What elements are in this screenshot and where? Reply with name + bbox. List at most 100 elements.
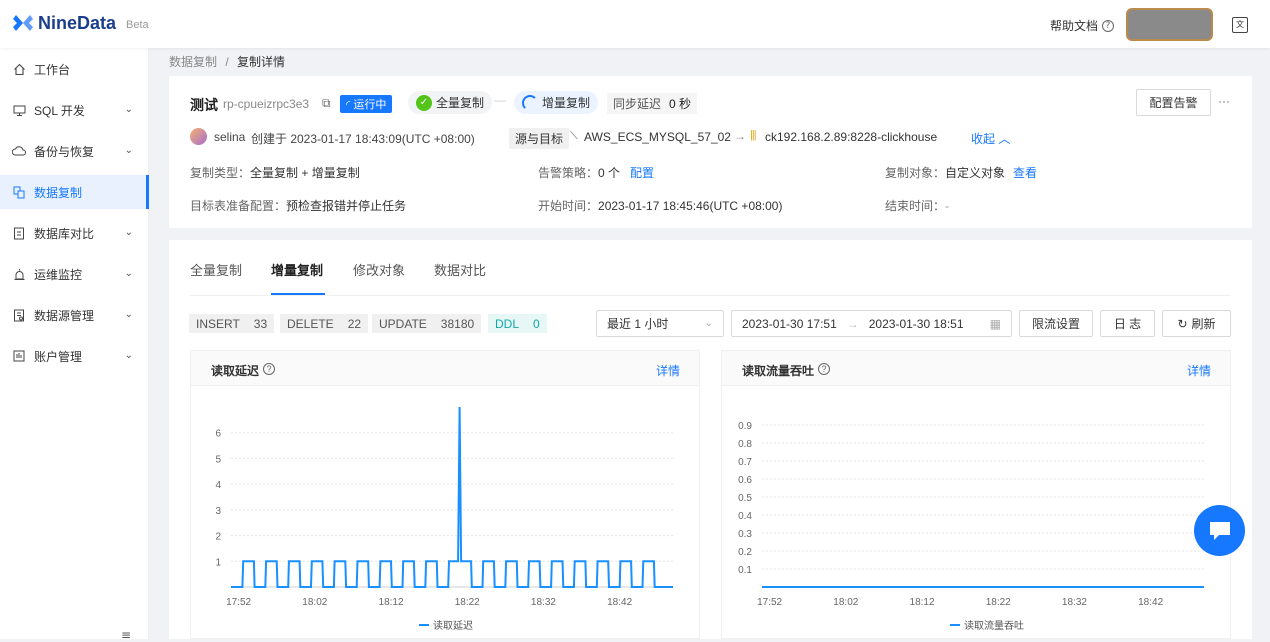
calendar-icon: ▦	[989, 316, 1001, 331]
stage-incr-pill: 增量复制	[514, 91, 599, 114]
config-alert-button[interactable]: 配置告警	[1136, 89, 1211, 116]
read-throughput-chart: 0.1 0.2 0.3 0.4 0.5 0.6 0.7 0.8 0.9 17:52 18:02 18:…	[738, 421, 1204, 632]
logo[interactable]: NineData Beta	[12, 12, 149, 34]
detail-link[interactable]: 详情	[656, 362, 680, 379]
read-latency-panel: 读取延迟 ? 详情 1 2 3 4 5 6 17:52 18:02 18:12 18:22 18:3…	[190, 350, 700, 639]
refresh-label: 刷新	[1191, 317, 1216, 331]
x-tick-label: 18:32	[1062, 597, 1087, 608]
monitor-icon	[12, 103, 26, 117]
x-tick-label: 18:12	[910, 597, 935, 608]
replication-type: 复制类型：全量复制 + 增量复制	[190, 164, 360, 181]
breadcrumb: 数据复制 / 复制详情	[169, 53, 285, 70]
view-object-link[interactable]: 查看	[1013, 166, 1037, 180]
y-tick-label: 3	[215, 506, 221, 517]
legend-label: 读取流量吞吐	[964, 619, 1024, 632]
chevron-down-icon: ⌄	[124, 145, 133, 156]
replication-object: 复制对象：自定义对象 查看	[885, 164, 1037, 181]
refresh-button[interactable]: ↻ 刷新	[1162, 310, 1231, 337]
chat-icon	[1209, 521, 1230, 540]
sidebar: 工作台 SQL 开发 ⌄ 备份与恢复 ⌄ 数据复制 数据库对比 ⌄ 运维监控 ⌄…	[0, 48, 149, 642]
insert-count: 33	[253, 316, 268, 331]
chevron-down-icon: ⌄	[124, 309, 133, 320]
alert-policy-config-link[interactable]: 配置	[630, 166, 654, 180]
collapse-sidebar-icon[interactable]: ≡	[121, 628, 131, 642]
chevron-down-icon: ⌄	[124, 350, 133, 361]
sidebar-item-workbench[interactable]: 工作台	[0, 52, 149, 86]
alert-policy-label: 告警策略：	[538, 166, 599, 180]
sidebar-item-label: 工作台	[34, 62, 71, 77]
sidebar-item-datasource[interactable]: 数据源管理 ⌄	[0, 298, 149, 332]
mysql-icon: ⟍	[570, 130, 578, 142]
x-tick-label: 18:22	[986, 597, 1011, 608]
insert-stat: INSERT 33	[189, 314, 275, 333]
question-icon: ?	[1102, 19, 1115, 32]
y-tick-label: 6	[215, 429, 221, 440]
tab-data-compare[interactable]: 数据对比	[434, 260, 486, 279]
help-docs-link[interactable]: 帮助文档 ?	[1050, 17, 1115, 34]
update-count: 38180	[440, 316, 475, 331]
panel-header: 读取流量吞吐 ? 详情	[722, 351, 1230, 386]
chevron-down-icon: ⌄	[124, 268, 133, 279]
created-time: 创建于 2023-01-17 18:43:09(UTC +08:00)	[251, 132, 475, 146]
chat-support-button[interactable]	[1194, 505, 1245, 556]
start-time-label: 开始时间：	[538, 199, 599, 213]
datasource-icon	[12, 308, 26, 322]
task-name: 测试	[190, 97, 218, 113]
start-time-value: 2023-01-17 18:45:46(UTC +08:00)	[598, 199, 783, 213]
range-start[interactable]: 2023-01-30 17:51	[742, 317, 837, 331]
clickhouse-icon: |||	[750, 129, 757, 141]
x-tick-label: 18:32	[531, 597, 556, 608]
sidebar-item-sql-dev[interactable]: SQL 开发 ⌄	[0, 93, 149, 127]
log-button[interactable]: 日 志	[1100, 310, 1155, 337]
x-tick-label: 17:52	[757, 597, 782, 608]
y-tick-label: 0.1	[738, 565, 752, 576]
y-tick-label: 0.5	[738, 493, 752, 504]
language-switch-icon[interactable]: 文	[1232, 17, 1248, 33]
stage-incr-label: 增量复制	[542, 96, 591, 110]
time-range-select[interactable]: 最近 1 小时 ⌄	[596, 310, 724, 337]
beta-badge: Beta	[126, 19, 149, 31]
y-tick-label: 2	[215, 532, 221, 543]
detail-link[interactable]: 详情	[1187, 362, 1211, 379]
ddl-label: DDL	[495, 316, 520, 331]
question-icon[interactable]: ?	[263, 363, 275, 375]
replication-object-label: 复制对象：	[885, 166, 946, 180]
range-end[interactable]: 2023-01-30 18:51	[869, 317, 964, 331]
user-avatar-box[interactable]	[1126, 8, 1213, 41]
sidebar-item-account[interactable]: 账户管理 ⌄	[0, 339, 149, 373]
copy-icon[interactable]: ⧉	[322, 96, 331, 111]
source-target-label: 源与目标	[509, 128, 570, 149]
series-line	[231, 406, 673, 588]
x-tick-label: 18:22	[455, 597, 480, 608]
help-docs-label: 帮助文档	[1050, 19, 1099, 33]
cloud-icon	[12, 144, 26, 158]
account-icon	[12, 349, 26, 363]
x-tick-label: 18:02	[302, 597, 327, 608]
sidebar-item-replication[interactable]: 数据复制	[0, 175, 149, 209]
tab-modify-objects[interactable]: 修改对象	[353, 260, 405, 279]
compare-icon	[12, 226, 26, 240]
question-icon[interactable]: ?	[818, 363, 830, 375]
breadcrumb-parent[interactable]: 数据复制	[169, 55, 217, 69]
more-icon[interactable]: ···	[1218, 94, 1230, 108]
replication-type-value: 全量复制 + 增量复制	[250, 166, 360, 180]
sidebar-item-db-compare[interactable]: 数据库对比 ⌄	[0, 216, 149, 250]
y-tick-label: 0.9	[738, 421, 752, 432]
update-label: UPDATE	[379, 316, 427, 331]
date-range-picker[interactable]: 2023-01-30 17:51 → 2023-01-30 18:51 ▦	[731, 310, 1012, 337]
sidebar-item-ops-monitor[interactable]: 运维监控 ⌄	[0, 257, 149, 291]
alert-policy-value: 0 个	[598, 166, 621, 180]
read-throughput-panel: 读取流量吞吐 ? 详情 0.1 0.2 0.3 0.4 0.5 0.6 0.7 0.8 0.9 1…	[721, 350, 1231, 639]
rate-limit-button[interactable]: 限流设置	[1019, 310, 1093, 337]
tab-incremental-replication[interactable]: 增量复制	[271, 260, 323, 279]
insert-label: INSERT	[196, 316, 240, 331]
target-prep-value: 预检查报错并停止任务	[286, 199, 407, 213]
tab-full-replication[interactable]: 全量复制	[190, 260, 242, 279]
source-name: AWS_ECS_MYSQL_57_02	[584, 130, 731, 144]
sidebar-item-label: 运维监控	[34, 267, 83, 282]
sidebar-item-backup[interactable]: 备份与恢复 ⌄	[0, 134, 149, 168]
check-circle-icon: ✓	[416, 94, 432, 111]
chevron-down-icon: ⌄	[124, 104, 133, 115]
sync-delay: 同步延迟 0 秒	[607, 93, 698, 114]
collapse-link[interactable]: 收起 ︿	[971, 130, 1010, 147]
